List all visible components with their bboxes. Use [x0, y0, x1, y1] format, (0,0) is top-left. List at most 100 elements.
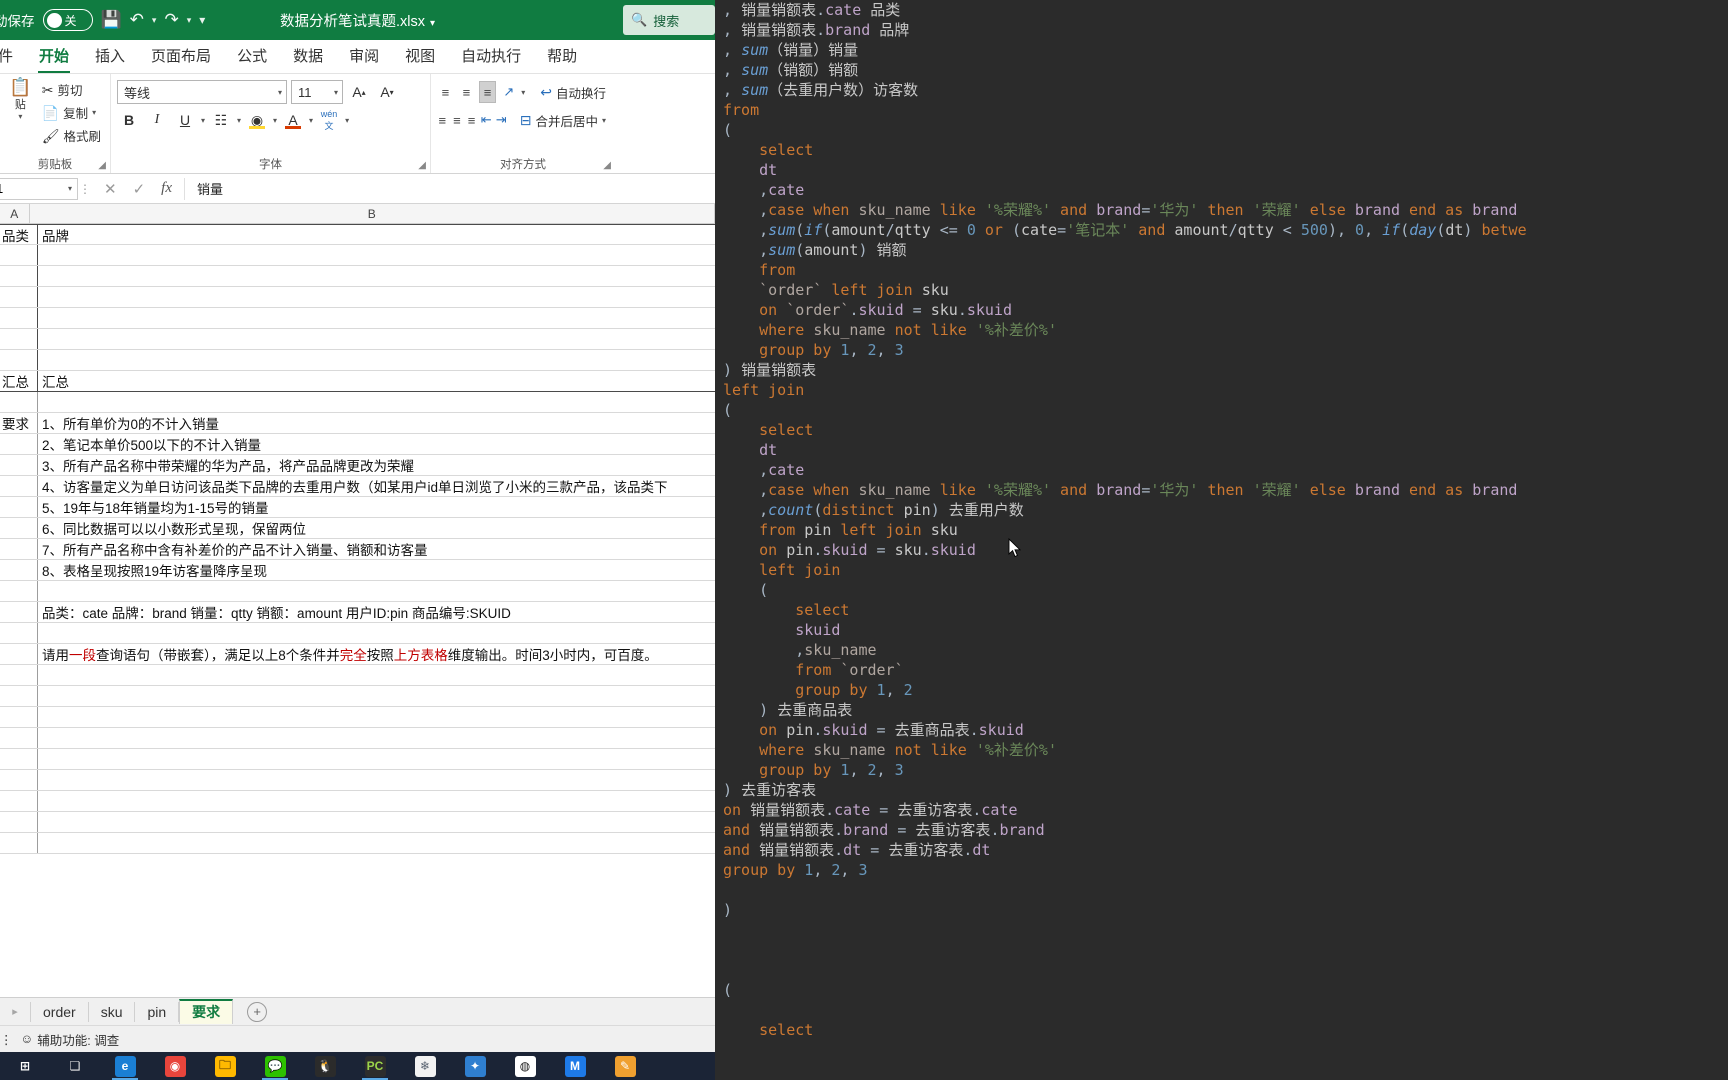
- orientation-button[interactable]: ↗: [500, 81, 517, 103]
- cell-b[interactable]: [38, 392, 715, 412]
- bold-button[interactable]: B: [117, 108, 141, 132]
- cell-a[interactable]: [0, 749, 38, 769]
- format-painter-button[interactable]: 🖌 格式刷: [39, 124, 104, 147]
- cell-b[interactable]: 请用 一段 查询语句（带嵌套），满足以上8个条件并 完全 按照 上方表格 维度输出。时间3小…: [38, 644, 715, 664]
- phonetic-guide-button[interactable]: wén 文: [317, 108, 341, 132]
- cell-a[interactable]: 汇总: [0, 371, 38, 391]
- cell-b[interactable]: [38, 266, 715, 286]
- search-box[interactable]: 🔍 搜索: [623, 5, 715, 35]
- cell-a[interactable]: [0, 602, 38, 622]
- table-row[interactable]: [0, 833, 715, 854]
- code-line[interactable]: ,sum(if(amount/qtty <= 0 or (cate='笔记本' …: [715, 220, 1728, 240]
- table-row[interactable]: 4、访客量定义为单日访问该品类下品牌的去重用户数（如某用户id单日浏览了小米的三…: [0, 476, 715, 497]
- code-line[interactable]: [715, 880, 1728, 900]
- table-row[interactable]: [0, 749, 715, 770]
- panda-app-button[interactable]: ◍: [500, 1052, 550, 1080]
- cell-b[interactable]: 8、表格呈现按照19年访客量降序呈现: [38, 560, 715, 580]
- blue-sparkle-app-button[interactable]: ✦: [450, 1052, 500, 1080]
- code-line[interactable]: from: [715, 260, 1728, 280]
- code-line[interactable]: [715, 1000, 1728, 1020]
- qq-button[interactable]: 🐧: [300, 1052, 350, 1080]
- table-row[interactable]: [0, 329, 715, 350]
- table-row[interactable]: [0, 623, 715, 644]
- code-line[interactable]: group by 1, 2, 3: [715, 760, 1728, 780]
- table-row[interactable]: 2、笔记本单价500以下的不计入销量: [0, 434, 715, 455]
- cell-a[interactable]: [0, 287, 38, 307]
- table-row[interactable]: 要求 1、所有单价为0的不计入销量: [0, 413, 715, 434]
- code-line[interactable]: select: [715, 1020, 1728, 1040]
- align-right-button[interactable]: ≡: [466, 109, 477, 131]
- ribbon-tab-8[interactable]: 自动执行: [448, 42, 534, 73]
- code-line[interactable]: select: [715, 420, 1728, 440]
- save-icon[interactable]: 💾: [101, 10, 122, 30]
- copy-button[interactable]: 📄 复制 ▾: [39, 101, 104, 124]
- code-line[interactable]: ) 去重访客表: [715, 780, 1728, 800]
- table-row[interactable]: [0, 308, 715, 329]
- cell-b[interactable]: [38, 707, 715, 727]
- sql-code-editor[interactable]: , 销量销额表.cate 品类, 销量销额表.brand 品牌, sum（销量）…: [715, 0, 1728, 1080]
- cell-a[interactable]: [0, 833, 38, 853]
- table-row[interactable]: [0, 581, 715, 602]
- increase-indent-button[interactable]: ⇥: [496, 109, 507, 131]
- underline-dropdown-icon[interactable]: ▾: [201, 116, 205, 125]
- increase-font-size-button[interactable]: A ▴: [347, 80, 371, 104]
- undo-dropdown-icon[interactable]: ▾: [152, 15, 157, 26]
- notes-app-button[interactable]: ✎: [600, 1052, 650, 1080]
- cell-a[interactable]: [0, 665, 38, 685]
- align-top-button[interactable]: ≡: [437, 81, 454, 103]
- ribbon-tab-7[interactable]: 视图: [392, 42, 448, 73]
- borders-dropdown-icon[interactable]: ▾: [237, 116, 241, 125]
- font-dialog-launcher-icon[interactable]: ◢: [418, 160, 426, 171]
- snowflake-app-button[interactable]: ❄: [400, 1052, 450, 1080]
- file-explorer-button[interactable]: 🗀: [200, 1052, 250, 1080]
- table-row[interactable]: 请用 一段 查询语句（带嵌套），满足以上8个条件并 完全 按照 上方表格 维度输出。时间3小…: [0, 644, 715, 665]
- cell-b[interactable]: 汇总: [38, 371, 715, 391]
- cell-b[interactable]: 7、所有产品名称中含有补差价的产品不计入销量、销额和访客量: [38, 539, 715, 559]
- accept-icon[interactable]: ✓: [133, 180, 146, 198]
- table-row[interactable]: [0, 392, 715, 413]
- cell-a[interactable]: [0, 266, 38, 286]
- cell-b[interactable]: 4、访客量定义为单日访问该品类下品牌的去重用户数（如某用户id单日浏览了小米的三…: [38, 476, 715, 496]
- code-line[interactable]: from: [715, 100, 1728, 120]
- font-name-input[interactable]: 等线 ▾: [117, 80, 287, 104]
- table-row[interactable]: [0, 791, 715, 812]
- cell-b[interactable]: [38, 812, 715, 832]
- align-bottom-button[interactable]: ≡: [478, 81, 497, 103]
- cell-a[interactable]: [0, 623, 38, 643]
- fill-color-dropdown-icon[interactable]: ▾: [273, 116, 277, 125]
- cell-a[interactable]: [0, 392, 38, 412]
- code-line[interactable]: from `order`: [715, 660, 1728, 680]
- cell-a[interactable]: [0, 728, 38, 748]
- cell-b[interactable]: 5、19年与18年销量均为1-15号的销量: [38, 497, 715, 517]
- code-line[interactable]: (: [715, 120, 1728, 140]
- autosave-toggle[interactable]: 关: [42, 9, 93, 31]
- table-row[interactable]: 品类：cate 品牌：brand 销量：qtty 销额：amount 用户ID:…: [0, 602, 715, 623]
- alignment-dialog-launcher-icon[interactable]: ◢: [603, 160, 611, 171]
- code-line[interactable]: skuid: [715, 620, 1728, 640]
- cell-a[interactable]: [0, 434, 38, 454]
- ribbon-tab-home[interactable]: 开始: [26, 42, 82, 73]
- redo-dropdown-icon[interactable]: ▾: [187, 15, 192, 26]
- code-line[interactable]: , sum（销额）销额: [715, 60, 1728, 80]
- cell-b[interactable]: [38, 623, 715, 643]
- orientation-dropdown-icon[interactable]: ▾: [521, 88, 525, 97]
- cell-a[interactable]: [0, 476, 38, 496]
- table-row[interactable]: [0, 686, 715, 707]
- code-line[interactable]: (: [715, 400, 1728, 420]
- code-line[interactable]: where sku_name not like '%补差价%': [715, 320, 1728, 340]
- phonetic-dropdown-icon[interactable]: ▾: [345, 116, 349, 125]
- cell-a[interactable]: [0, 518, 38, 538]
- code-line[interactable]: ) 去重商品表: [715, 700, 1728, 720]
- cell-a[interactable]: [0, 350, 38, 370]
- sheet-tab-pin[interactable]: pin: [135, 1001, 180, 1022]
- paste-button[interactable]: 📋 贴 ▾: [6, 78, 35, 147]
- code-line[interactable]: dt: [715, 160, 1728, 180]
- table-row[interactable]: [0, 245, 715, 266]
- insert-function-icon[interactable]: fx: [161, 180, 172, 197]
- fill-color-button[interactable]: ◉: [245, 108, 269, 132]
- column-header-a[interactable]: A: [0, 204, 30, 223]
- code-line[interactable]: on `order`.skuid = sku.skuid: [715, 300, 1728, 320]
- cell-a[interactable]: [0, 581, 38, 601]
- code-line[interactable]: select: [715, 140, 1728, 160]
- cell-a[interactable]: [0, 560, 38, 580]
